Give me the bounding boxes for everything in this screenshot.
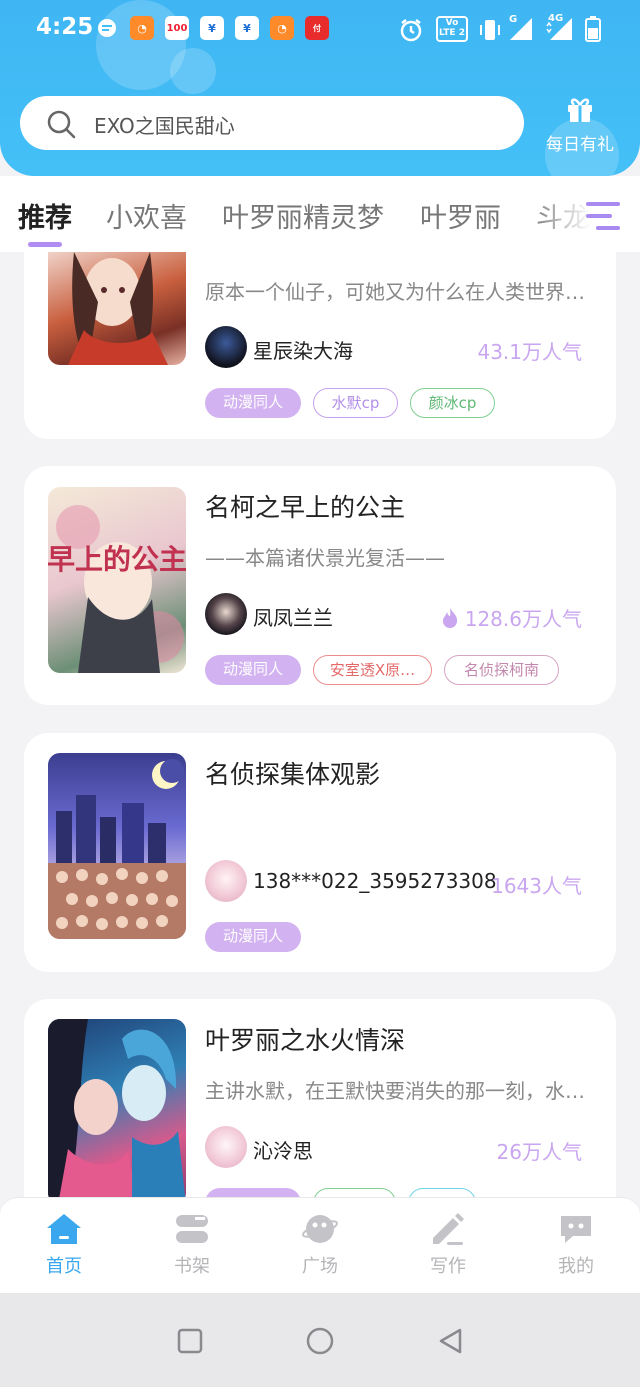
volte-label: Vo LTE 2	[439, 18, 465, 38]
status-bar: 4:25 ◔ 100 ¥ ¥ ◔ 付 Vo LTE 2 G 4G	[0, 0, 640, 60]
nav-home-label: 首页	[46, 1256, 82, 1277]
nav-plaza[interactable]: 广场	[280, 1212, 360, 1278]
system-navigation-bar	[0, 1293, 640, 1387]
payment-app-icon: 付	[305, 16, 329, 40]
back-icon[interactable]	[436, 1326, 466, 1356]
nav-write-label: 写作	[430, 1256, 466, 1277]
shopping-app-icon: ◔	[130, 16, 154, 40]
book-title[interactable]: 叶罗丽之水火情深	[205, 1021, 405, 1057]
book-cover	[48, 252, 186, 365]
tag-chip[interactable]: 动漫同人	[205, 388, 301, 418]
pen-icon	[433, 1213, 464, 1245]
tag-chip[interactable]: 动漫同人	[205, 655, 301, 685]
author-name[interactable]: 沁泠思	[253, 1135, 313, 1164]
book-card[interactable]: 早上的公主 名柯之早上的公主 ——本篇诸伏景光复活—— 凤凤兰兰 128.6万人…	[24, 466, 616, 705]
cover-illustration	[68, 252, 168, 365]
tab-menu-icon[interactable]	[586, 201, 620, 231]
app-header: 4:25 ◔ 100 ¥ ¥ ◔ 付 Vo LTE 2 G 4G EXO之国民甜…	[0, 0, 640, 176]
popularity-count: 128.6万人气	[441, 603, 582, 632]
author-avatar[interactable]	[205, 1126, 247, 1168]
nav-write[interactable]: 写作	[408, 1212, 488, 1278]
cover-illustration	[48, 759, 186, 939]
hot-flame-icon	[442, 608, 457, 628]
book-feed[interactable]: 原本一个仙子，可她又为什么在人类世界… 星辰染大海 43.1万人气 动漫同人 水…	[0, 252, 640, 1197]
status-time: 4:25	[36, 14, 94, 40]
tag-chip[interactable]: 动漫同人	[205, 922, 301, 952]
book-title[interactable]: 名侦探集体观影	[205, 755, 380, 791]
tag-chip[interactable]	[205, 1188, 301, 1197]
popularity-count: 43.1万人气	[477, 340, 582, 364]
search-input[interactable]: EXO之国民甜心	[94, 110, 235, 139]
book-cover	[48, 753, 186, 939]
popularity-value: 128.6万人气	[464, 607, 582, 631]
author-avatar[interactable]	[205, 593, 247, 635]
search-bar[interactable]: EXO之国民甜心	[20, 96, 524, 150]
book-card[interactable]: 原本一个仙子，可她又为什么在人类世界… 星辰染大海 43.1万人气 动漫同人 水…	[24, 252, 616, 439]
popularity-count: 26万人气	[496, 1140, 582, 1164]
daily-gift-button[interactable]: 每日有礼	[540, 94, 620, 155]
daily-gift-label: 每日有礼	[546, 135, 614, 155]
tab-yeluoli-jinglingmeng[interactable]: 叶罗丽精灵梦	[222, 196, 384, 235]
signal-icon-2	[546, 18, 572, 40]
tag-chip[interactable]: 安室透X原…	[313, 655, 432, 685]
author-name[interactable]: 星辰染大海	[253, 335, 353, 364]
active-tab-indicator	[28, 242, 62, 247]
vibrate-icon	[480, 20, 500, 40]
home-circle-icon[interactable]	[305, 1326, 335, 1356]
cover-illustration: 早上的公主	[48, 505, 186, 673]
author-avatar[interactable]	[205, 326, 247, 368]
author-name[interactable]: 凤凤兰兰	[253, 602, 333, 631]
cover-title-text: 早上的公主	[48, 543, 186, 576]
tabs-fade-overlay	[530, 176, 640, 252]
tag-chip[interactable]	[408, 1188, 476, 1197]
book-cover: 早上的公主	[48, 487, 186, 673]
message-notification-icon	[95, 16, 119, 40]
wallet-app-icon-2: ¥	[235, 16, 259, 40]
home-icon	[47, 1214, 81, 1244]
nav-home[interactable]: 首页	[24, 1212, 104, 1278]
planet-icon	[301, 1215, 339, 1243]
bookshelf-icon	[176, 1215, 208, 1243]
search-icon	[47, 110, 76, 139]
recent-apps-icon[interactable]	[176, 1327, 204, 1355]
bottom-navigation: 首页 书架 广场 写作 我的	[0, 1197, 640, 1294]
alarm-icon	[400, 19, 422, 42]
shopping-app-icon-2: ◔	[270, 16, 294, 40]
cover-illustration	[48, 1019, 186, 1197]
author-avatar[interactable]	[205, 860, 247, 902]
gift-icon	[568, 98, 592, 122]
battery-icon	[585, 16, 601, 42]
nav-mine[interactable]: 我的	[536, 1212, 616, 1278]
tag-chip[interactable]	[313, 1188, 396, 1197]
tag-chip[interactable]: 名侦探柯南	[444, 655, 559, 685]
author-name[interactable]: 138***022_3595273308	[253, 869, 497, 893]
tag-chip[interactable]: 水默cp	[313, 388, 398, 418]
tab-recommended[interactable]: 推荐	[18, 196, 72, 235]
nav-bookshelf-label: 书架	[174, 1256, 210, 1277]
tab-xiaohuanxi[interactable]: 小欢喜	[106, 196, 187, 235]
tab-yeluoli[interactable]: 叶罗丽	[420, 196, 501, 235]
signal-icon	[510, 18, 532, 40]
wallet-app-icon: ¥	[200, 16, 224, 40]
book-card[interactable]: 叶罗丽之水火情深 主讲水默，在王默快要消失的那一刻，水… 沁泠思 26万人气	[24, 999, 616, 1197]
nav-bookshelf[interactable]: 书架	[152, 1212, 232, 1278]
category-tabs: 推荐 小欢喜 叶罗丽精灵梦 叶罗丽 斗龙	[0, 176, 640, 252]
book-description: ——本篇诸伏景光复活——	[205, 546, 445, 570]
chat-face-icon	[561, 1216, 591, 1243]
nav-mine-label: 我的	[558, 1256, 594, 1277]
volte-icon: Vo LTE 2	[436, 16, 468, 42]
tag-chip[interactable]: 颜冰cp	[410, 388, 495, 418]
app-100-label: 100	[166, 22, 188, 34]
nav-plaza-label: 广场	[302, 1256, 338, 1277]
book-description: 主讲水默，在王默快要消失的那一刻，水…	[205, 1079, 585, 1103]
popularity-count: 1643人气	[491, 874, 582, 898]
book-cover	[48, 1019, 186, 1197]
book-card[interactable]: 名侦探集体观影 138***022_3595273308 1643人气 动漫同人	[24, 733, 616, 972]
app-100-icon: 100	[165, 16, 189, 40]
book-description: 原本一个仙子，可她又为什么在人类世界…	[205, 280, 585, 304]
book-title[interactable]: 名柯之早上的公主	[205, 488, 405, 524]
